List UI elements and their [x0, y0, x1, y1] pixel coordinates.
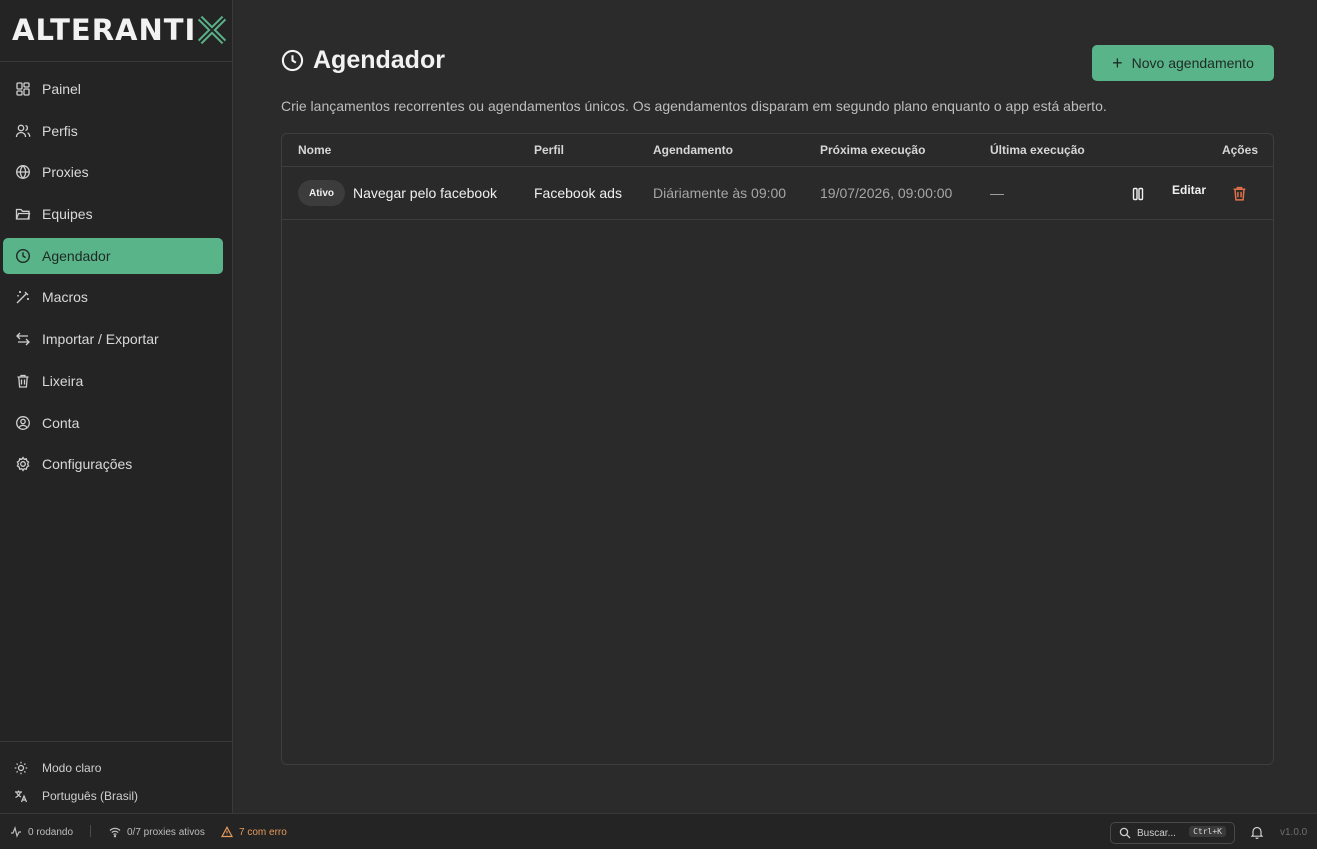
new-schedule-button[interactable]: + Novo agendamento — [1092, 45, 1274, 81]
column-header-profile: Perfil — [534, 143, 565, 157]
page-header: Agendador — [281, 46, 445, 75]
sidebar: ALTERANTI Painel Perfis Proxies Equipes … — [0, 0, 233, 813]
error-count: 7 com erro — [239, 826, 287, 838]
sidebar-item-label: Equipes — [42, 206, 93, 223]
gear-icon — [15, 456, 31, 472]
sidebar-item-agendador[interactable]: Agendador — [3, 237, 223, 274]
sidebar-item-label: Importar / Exportar — [42, 331, 159, 348]
clock-icon — [15, 248, 31, 264]
sidebar-nav: Painel Perfis Proxies Equipes Agendador … — [0, 62, 232, 482]
edit-button[interactable]: Editar — [1172, 183, 1206, 197]
error-status[interactable]: 7 com erro — [221, 826, 287, 838]
sidebar-item-label: Painel — [42, 81, 81, 97]
sidebar-item-label: Lixeira — [42, 372, 84, 389]
sun-icon — [14, 761, 28, 775]
table-row: Ativo Navegar pelo facebook Facebook ads… — [282, 167, 1273, 220]
sidebar-item-label: Proxies — [42, 164, 89, 181]
column-header-name: Nome — [298, 143, 332, 157]
globe-icon — [15, 164, 31, 180]
search-placeholder: Buscar... — [1137, 827, 1176, 839]
sidebar-item-lixeira[interactable]: Lixeira — [3, 363, 223, 399]
sidebar-item-label: Agendador — [42, 247, 111, 264]
plus-icon: + — [1112, 53, 1123, 73]
app-version: v1.0.0 — [1280, 827, 1308, 838]
status-bar: 0 rodando 0/7 proxies ativos 7 com erro … — [0, 813, 1317, 849]
schedule-last-run: — — [990, 185, 1004, 201]
search-icon — [1119, 827, 1131, 839]
dashboard-icon — [15, 81, 31, 97]
proxies-count: 0/7 proxies ativos — [127, 826, 205, 838]
sidebar-item-conta[interactable]: Conta — [3, 405, 223, 441]
schedules-table: Nome Perfil Agendamento Próxima execução… — [281, 133, 1274, 765]
page-subtitle: Crie lançamentos recorrentes ou agendame… — [281, 98, 1107, 114]
column-header-next-run: Próxima execução — [820, 143, 926, 157]
sidebar-item-perfis[interactable]: Perfis — [3, 113, 223, 149]
logo: ALTERANTI — [0, 0, 232, 62]
page-title: Agendador — [313, 46, 445, 74]
theme-label: Modo claro — [42, 761, 102, 775]
schedule-profile: Facebook ads — [534, 185, 622, 201]
schedule-name: Navegar pelo facebook — [353, 185, 497, 201]
translate-icon — [14, 789, 28, 803]
activity-icon — [11, 826, 21, 838]
running-count: 0 rodando — [28, 826, 74, 838]
sidebar-footer: Modo claro Português (Brasil) — [0, 741, 232, 813]
pause-icon[interactable] — [1130, 186, 1146, 202]
sidebar-item-painel[interactable]: Painel — [3, 71, 223, 107]
language-label: Português (Brasil) — [42, 789, 139, 803]
bell-icon[interactable] — [1250, 825, 1264, 839]
sidebar-item-macros[interactable]: Macros — [3, 279, 223, 315]
clock-icon — [281, 49, 304, 72]
proxies-status: 0/7 proxies ativos — [109, 826, 205, 838]
language-selector[interactable]: Português (Brasil) — [0, 782, 232, 810]
status-divider — [90, 825, 91, 837]
logo-text: ALTERANTI — [12, 13, 197, 47]
delete-trash-icon[interactable] — [1231, 185, 1248, 202]
status-badge: Ativo — [298, 180, 345, 206]
logo-x-mark-icon — [198, 15, 227, 45]
sidebar-item-label: Macros — [42, 289, 88, 306]
column-header-last-run: Última execução — [990, 143, 1085, 157]
sidebar-item-label: Perfis — [42, 122, 78, 139]
sidebar-item-configuracoes[interactable]: Configurações — [3, 446, 223, 482]
schedule-next-run: 19/07/2026, 09:00:00 — [820, 185, 953, 201]
sidebar-item-label: Conta — [42, 414, 80, 431]
folder-icon — [15, 206, 31, 222]
app-window: ALTERANTI Painel Perfis Proxies Equipes … — [0, 0, 1317, 849]
search-input[interactable]: Buscar... Ctrl+K — [1110, 822, 1235, 844]
new-schedule-button-label: Novo agendamento — [1131, 55, 1254, 71]
theme-toggle[interactable]: Modo claro — [0, 754, 232, 782]
shortcut-hint: Ctrl+K — [1189, 826, 1226, 837]
column-header-schedule: Agendamento — [653, 143, 734, 157]
arrows-icon — [15, 331, 31, 347]
running-status: 0 rodando — [10, 826, 73, 838]
wifi-icon — [109, 827, 121, 838]
warning-icon — [221, 826, 233, 838]
users-icon — [15, 123, 31, 139]
main-content: Agendador + Novo agendamento Crie lançam… — [233, 0, 1317, 813]
magic-wand-icon — [15, 289, 31, 305]
sidebar-item-proxies[interactable]: Proxies — [3, 154, 223, 190]
sidebar-item-importar-exportar[interactable]: Importar / Exportar — [3, 321, 223, 357]
schedule-recurrence: Diáriamente às 09:00 — [653, 185, 787, 201]
sidebar-item-label: Configurações — [42, 456, 133, 473]
table-header: Nome Perfil Agendamento Próxima execução… — [282, 134, 1273, 167]
column-header-actions: Ações — [1221, 143, 1258, 157]
sidebar-item-equipes[interactable]: Equipes — [3, 196, 223, 232]
trash-icon — [15, 373, 31, 389]
user-circle-icon — [15, 415, 31, 431]
